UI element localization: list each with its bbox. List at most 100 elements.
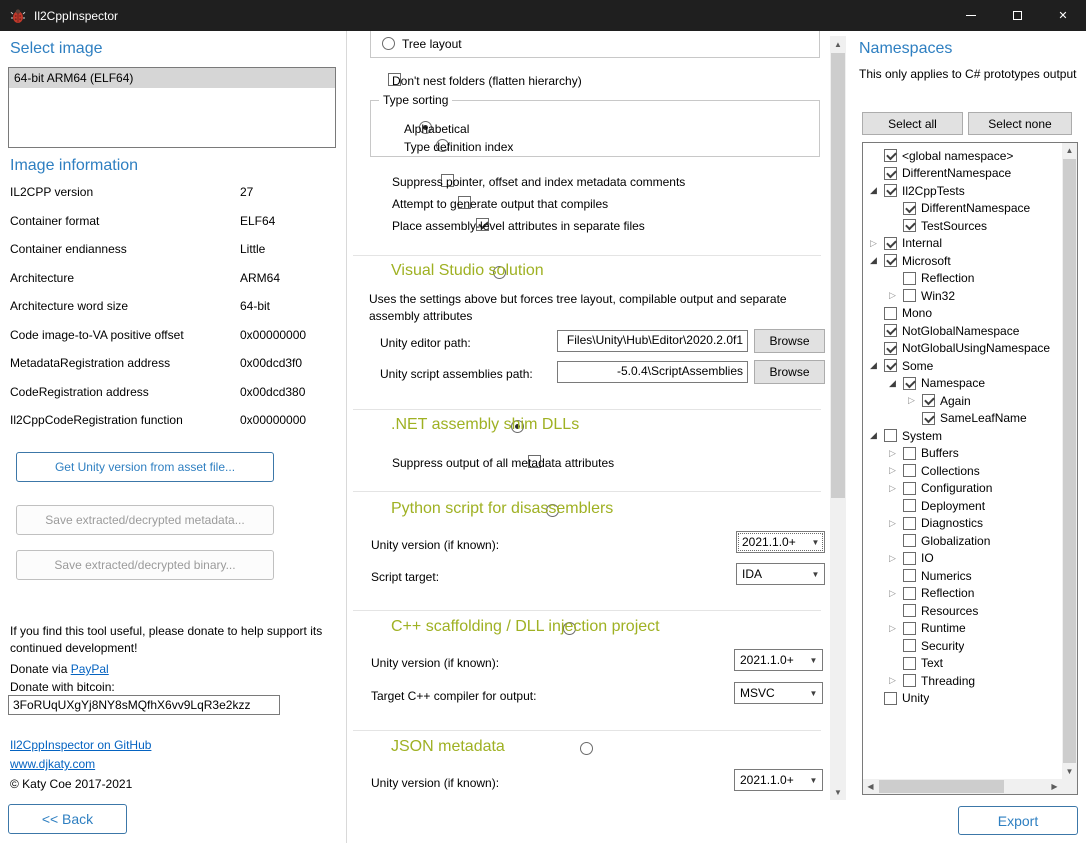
namespace-checkbox[interactable]	[903, 517, 916, 530]
tree-item[interactable]: ◢Il2CppTests	[864, 182, 1061, 200]
tree-item[interactable]: ▷Diagnostics	[864, 515, 1061, 533]
tree-item[interactable]: NotGlobalNamespace	[864, 322, 1061, 340]
namespace-checkbox[interactable]	[922, 412, 935, 425]
select-none-button[interactable]: Select none	[968, 112, 1072, 135]
namespace-checkbox[interactable]	[903, 639, 916, 652]
collapse-icon[interactable]: ◢	[870, 254, 884, 267]
namespace-checkbox[interactable]	[903, 464, 916, 477]
tree-vertical-scrollbar[interactable]: ▲ ▼	[1062, 143, 1077, 779]
namespace-checkbox[interactable]	[903, 377, 916, 390]
tree-item[interactable]: <global namespace>	[864, 147, 1061, 165]
tree-item[interactable]: ▷IO	[864, 550, 1061, 568]
namespace-checkbox[interactable]	[903, 552, 916, 565]
expand-icon[interactable]: ▷	[889, 674, 903, 687]
namespace-checkbox[interactable]	[884, 237, 897, 250]
browse-unity-editor-button[interactable]: Browse	[754, 329, 825, 353]
script-assemblies-path-input[interactable]: -5.0.4\ScriptAssemblies	[557, 361, 748, 383]
unity-editor-path-input[interactable]: Files\Unity\Hub\Editor\2020.2.0f1	[557, 330, 748, 352]
script-target-select[interactable]: IDA ▼	[736, 563, 825, 585]
tree-item[interactable]: Security	[864, 637, 1061, 655]
namespace-checkbox[interactable]	[884, 254, 897, 267]
tree-horizontal-scrollbar[interactable]: ◀ ▶	[863, 779, 1062, 794]
tree-item[interactable]: Mono	[864, 305, 1061, 323]
json-metadata-radio[interactable]	[580, 742, 593, 755]
namespace-checkbox[interactable]	[903, 534, 916, 547]
tree-item[interactable]: Resources	[864, 602, 1061, 620]
namespace-checkbox[interactable]	[884, 184, 897, 197]
namespace-checkbox[interactable]	[903, 657, 916, 670]
tree-item[interactable]: Globalization	[864, 532, 1061, 550]
tree-item[interactable]: DifferentNamespace	[864, 165, 1061, 183]
middle-scrollbar[interactable]: ▲ ▼	[830, 36, 846, 800]
expand-icon[interactable]: ▷	[889, 482, 903, 495]
namespace-checkbox[interactable]	[903, 482, 916, 495]
expand-icon[interactable]: ▷	[889, 587, 903, 600]
scrollbar-thumb[interactable]	[879, 780, 1004, 793]
json-unity-version-select[interactable]: 2021.1.0+ ▼	[734, 769, 823, 791]
collapse-icon[interactable]: ◢	[870, 429, 884, 442]
bitcoin-address-input[interactable]: 3FoRUqUXgYj8NY8sMQfhX6vv9LqR3e2kzz	[8, 695, 280, 715]
select-all-button[interactable]: Select all	[862, 112, 963, 135]
cpp-compiler-select[interactable]: MSVC ▼	[734, 682, 823, 704]
namespace-checkbox[interactable]	[903, 447, 916, 460]
tree-item[interactable]: Text	[864, 655, 1061, 673]
expand-icon[interactable]: ▷	[908, 394, 922, 407]
minimize-button[interactable]	[948, 0, 994, 31]
namespace-checkbox[interactable]	[903, 674, 916, 687]
export-button[interactable]: Export	[958, 806, 1078, 835]
paypal-link[interactable]: PayPal	[71, 662, 109, 676]
tree-item[interactable]: Unity	[864, 690, 1061, 708]
tree-item[interactable]: SameLeafName	[864, 410, 1061, 428]
namespace-checkbox[interactable]	[884, 692, 897, 705]
namespace-checkbox[interactable]	[903, 622, 916, 635]
namespace-checkbox[interactable]	[884, 149, 897, 162]
namespace-checkbox[interactable]	[884, 359, 897, 372]
tree-item[interactable]: ◢Some	[864, 357, 1061, 375]
expand-icon[interactable]: ▷	[889, 552, 903, 565]
tree-item[interactable]: NotGlobalUsingNamespace	[864, 340, 1061, 358]
collapse-icon[interactable]: ◢	[870, 184, 884, 197]
expand-icon[interactable]: ▷	[889, 447, 903, 460]
scroll-up-button[interactable]: ▲	[830, 36, 846, 52]
tree-item[interactable]: Deployment	[864, 497, 1061, 515]
tree-item[interactable]: Reflection	[864, 270, 1061, 288]
namespace-checkbox[interactable]	[903, 569, 916, 582]
maximize-button[interactable]	[994, 0, 1040, 31]
tree-item[interactable]: ◢Microsoft	[864, 252, 1061, 270]
namespace-checkbox[interactable]	[884, 307, 897, 320]
image-list[interactable]: 64-bit ARM64 (ELF64)	[8, 67, 336, 148]
tree-item[interactable]: ▷Collections	[864, 462, 1061, 480]
cpp-unity-version-select[interactable]: 2021.1.0+ ▼	[734, 649, 823, 671]
collapse-icon[interactable]: ◢	[889, 377, 903, 390]
tree-item[interactable]: ▷Internal	[864, 235, 1061, 253]
namespace-checkbox[interactable]	[884, 167, 897, 180]
scroll-left-button[interactable]: ◀	[863, 779, 878, 794]
scrollbar-thumb[interactable]	[1063, 159, 1076, 763]
image-list-item[interactable]: 64-bit ARM64 (ELF64)	[9, 68, 335, 88]
tree-item[interactable]: TestSources	[864, 217, 1061, 235]
tree-item[interactable]: Numerics	[864, 567, 1061, 585]
tree-item[interactable]: ▷Win32	[864, 287, 1061, 305]
scroll-down-button[interactable]: ▼	[1062, 764, 1077, 779]
tree-item[interactable]: ◢System	[864, 427, 1061, 445]
website-link[interactable]: www.djkaty.com	[10, 757, 95, 771]
namespace-checkbox[interactable]	[884, 429, 897, 442]
expand-icon[interactable]: ▷	[870, 237, 884, 250]
expand-icon[interactable]: ▷	[889, 622, 903, 635]
namespace-checkbox[interactable]	[903, 272, 916, 285]
namespace-checkbox[interactable]	[922, 394, 935, 407]
tree-item[interactable]: ▷Buffers	[864, 445, 1061, 463]
close-button[interactable]: ✕	[1040, 0, 1086, 31]
namespace-checkbox[interactable]	[903, 202, 916, 215]
tree-item[interactable]: ▷Runtime	[864, 620, 1061, 638]
tree-item[interactable]: ▷Reflection	[864, 585, 1061, 603]
namespace-checkbox[interactable]	[903, 587, 916, 600]
get-unity-version-button[interactable]: Get Unity version from asset file...	[16, 452, 274, 482]
namespace-checkbox[interactable]	[903, 289, 916, 302]
tree-item[interactable]: ▷Threading	[864, 672, 1061, 690]
namespace-checkbox[interactable]	[903, 219, 916, 232]
scrollbar-thumb[interactable]	[831, 53, 845, 498]
browse-script-assemblies-button[interactable]: Browse	[754, 360, 825, 384]
tree-item[interactable]: ◢Namespace	[864, 375, 1061, 393]
namespace-checkbox[interactable]	[884, 324, 897, 337]
